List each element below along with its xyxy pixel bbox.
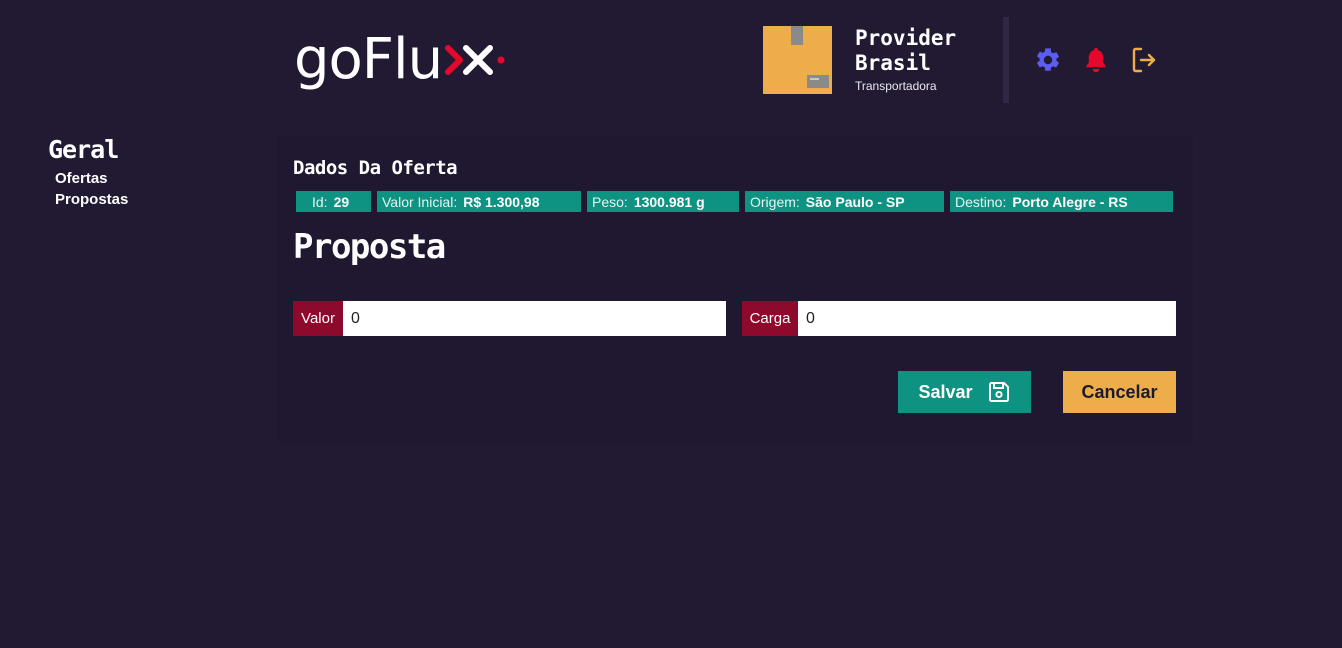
settings-button[interactable]: [1034, 45, 1062, 75]
sidebar-item-propostas[interactable]: Propostas: [55, 189, 128, 210]
offer-tag-id: Id: 29: [296, 191, 371, 212]
user-profile[interactable]: Provider Brasil Transportadora: [763, 26, 957, 94]
cancel-button-label: Cancelar: [1081, 381, 1158, 402]
offer-tag-origin: Origem: São Paulo - SP: [745, 191, 944, 212]
tag-value: Porto Alegre - RS: [1012, 193, 1128, 210]
tag-key: Origem:: [750, 193, 800, 210]
proposal-card: Dados Da Oferta Id: 29 Valor Inicial: R$…: [277, 135, 1193, 443]
notifications-button[interactable]: [1082, 45, 1110, 75]
valor-input[interactable]: [343, 301, 726, 336]
offer-details-title: Dados Da Oferta: [293, 157, 458, 179]
avatar: [763, 26, 832, 94]
save-button[interactable]: Salvar: [898, 371, 1031, 413]
proposal-title: Proposta: [293, 227, 446, 267]
gear-icon: [1037, 48, 1059, 71]
valor-field-group: Valor: [293, 301, 726, 336]
logout-icon: [1132, 47, 1156, 73]
cancel-button[interactable]: Cancelar: [1063, 371, 1176, 413]
offer-tag-weight: Peso: 1300.981 g: [587, 191, 739, 212]
offer-tags: Id: 29 Valor Inicial: R$ 1.300,98 Peso: …: [296, 191, 1173, 212]
tag-value: 29: [333, 193, 350, 210]
tag-value: São Paulo - SP: [805, 193, 905, 210]
sidebar: Geral Ofertas Propostas: [48, 135, 128, 210]
offer-tag-initial-value: Valor Inicial: R$ 1.300,98: [377, 191, 581, 212]
tag-key: Valor Inicial:: [382, 193, 458, 210]
carga-label: Carga: [742, 301, 798, 336]
carga-input[interactable]: [798, 301, 1176, 336]
bell-icon: [1086, 47, 1106, 73]
save-button-label: Salvar: [918, 381, 973, 402]
carga-field-group: Carga: [742, 301, 1176, 336]
floppy-disk-icon: [988, 382, 1009, 402]
tag-key: Destino:: [955, 193, 1007, 210]
gofluxx-logo[interactable]: goFlu: [294, 28, 506, 92]
tag-value: R$ 1.300,98: [463, 193, 540, 210]
offer-tag-destination: Destino: Porto Alegre - RS: [950, 191, 1173, 212]
sidebar-title: Geral: [48, 135, 119, 164]
sidebar-item-ofertas[interactable]: Ofertas: [55, 168, 128, 189]
logo-text: goFlu: [294, 27, 443, 92]
tag-key: Id:: [312, 193, 328, 210]
header-divider: [1003, 17, 1009, 103]
valor-label: Valor: [293, 301, 343, 336]
box-tape: [791, 26, 803, 45]
logout-button[interactable]: [1130, 45, 1158, 75]
profile-name: Provider Brasil: [855, 26, 957, 75]
profile-role: Transportadora: [855, 79, 937, 93]
sidebar-items: Ofertas Propostas: [48, 168, 128, 210]
tag-value: 1300.981 g: [633, 193, 705, 210]
profile-text: Provider Brasil Transportadora: [855, 26, 957, 93]
tag-key: Peso:: [592, 193, 628, 210]
logo-arrows-mark: [445, 45, 505, 75]
box-label: [807, 75, 829, 88]
